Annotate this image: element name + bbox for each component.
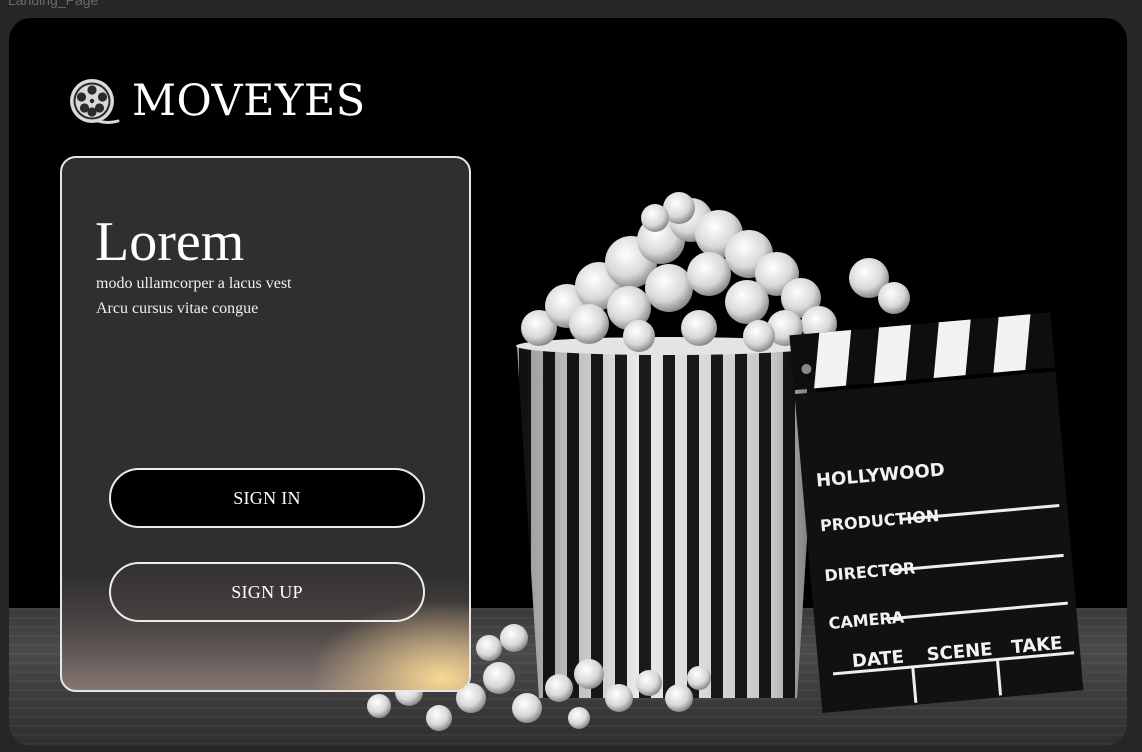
welcome-card: Lorem modo ullamcorper a lacus vest Arcu… (60, 156, 471, 692)
film-reel-icon (70, 79, 120, 124)
clapperboard: HOLLYWOOD PRODUCTION DIRECTOR CAMERA DAT… (789, 312, 1084, 713)
popcorn-bucket (516, 337, 820, 698)
hero-line-2: Arcu cursus vitae congue (96, 300, 259, 317)
sign-up-button[interactable]: SIGN UP (109, 562, 425, 622)
clapper-take: TAKE (1011, 633, 1064, 658)
landing-page: HOLLYWOOD PRODUCTION DIRECTOR CAMERA DAT… (9, 18, 1127, 746)
brand-logo[interactable]: MOVEYES (68, 76, 366, 126)
popcorn-pile (521, 192, 910, 352)
sign-in-button[interactable]: SIGN IN (109, 468, 425, 528)
brand-name: MOVEYES (132, 76, 366, 126)
hero-line-1: modo ullamcorper a lacus vest (96, 275, 292, 292)
hero-title: Lorem (95, 211, 245, 273)
frame-label: Landing_Page (8, 0, 99, 8)
